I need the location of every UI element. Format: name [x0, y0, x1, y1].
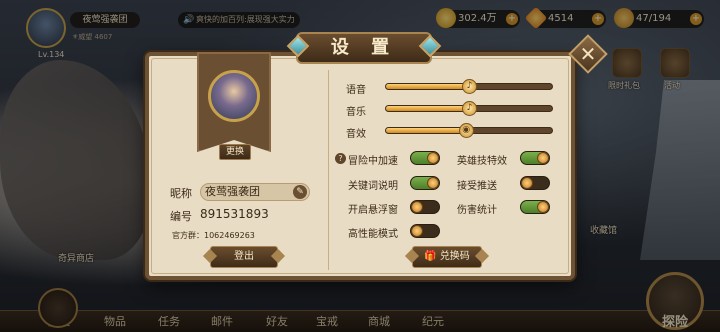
gift-icon: 🎁	[424, 251, 437, 262]
id-label: 编号	[170, 210, 192, 223]
toggle-label-keyword-help: 关键词说明	[348, 181, 398, 192]
change-portrait-button[interactable]: 更换	[219, 144, 251, 160]
sfx-slider-knob[interactable]: ◉	[458, 123, 474, 138]
toggle-knob	[411, 225, 423, 237]
nickname-value: 夜莺强袭团	[205, 185, 260, 198]
redeem-code-button[interactable]: 🎁 兑换码	[412, 246, 482, 268]
music-label: 音乐	[346, 107, 366, 118]
settings-title: 设 置	[296, 32, 432, 64]
redeem-code-label: 兑换码	[439, 251, 470, 262]
sfx-slider[interactable]: ◉	[385, 123, 553, 138]
toggle-high-performance[interactable]	[410, 224, 440, 238]
toggle-label-damage-stats: 伤害统计	[457, 205, 497, 216]
player-portrait	[208, 70, 260, 122]
sfx-slider-fill	[386, 128, 466, 133]
toggle-knob	[427, 177, 439, 189]
music-slider-fill	[386, 106, 469, 111]
panel-divider	[328, 70, 329, 270]
nickname-label: 昵称	[170, 187, 192, 200]
toggle-knob	[411, 201, 423, 213]
close-icon: ✕	[579, 42, 597, 66]
logout-button[interactable]: 登出	[210, 246, 278, 268]
toggle-damage-stats[interactable]	[520, 200, 550, 214]
sfx-label: 音效	[346, 129, 366, 140]
toggle-keyword-help[interactable]	[410, 176, 440, 190]
toggle-accept-push[interactable]	[520, 176, 550, 190]
toggle-hero-skill-fx[interactable]	[520, 151, 550, 165]
toggle-label-adventure-speed: 冒险中加速	[348, 156, 398, 167]
toggle-knob	[537, 152, 549, 164]
toggle-label-hero-skill-fx: 英雄技特效	[457, 156, 507, 167]
id-value: 891531893	[200, 207, 269, 221]
voice-slider-knob[interactable]: ♪	[462, 79, 477, 94]
music-slider[interactable]: ♪	[385, 101, 553, 116]
toggle-knob	[521, 177, 533, 189]
toggle-label-high-performance: 高性能模式	[348, 229, 398, 240]
official-group: 官方群：1062469263	[172, 231, 255, 240]
toggle-label-accept-push: 接受推送	[457, 181, 497, 192]
toggle-knob	[427, 152, 439, 164]
voice-slider[interactable]: ♪	[385, 79, 553, 94]
edit-pen-icon[interactable]: ✎	[293, 185, 307, 199]
toggle-adventure-speed[interactable]	[410, 151, 440, 165]
voice-slider-fill	[386, 84, 469, 89]
music-slider-knob[interactable]: ♪	[462, 101, 477, 116]
help-icon[interactable]: ?	[335, 153, 346, 164]
toggle-floating-window[interactable]	[410, 200, 440, 214]
toggle-label-floating-window: 开启悬浮窗	[348, 205, 398, 216]
voice-label: 语音	[346, 85, 366, 96]
nickname-field[interactable]: 夜莺强袭团 ✎	[200, 183, 310, 201]
toggle-knob	[537, 201, 549, 213]
